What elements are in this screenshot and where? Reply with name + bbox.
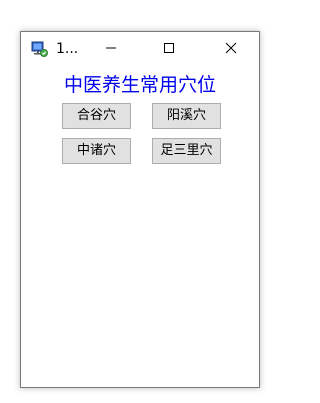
- maximize-button[interactable]: [140, 32, 198, 64]
- zusanli-point-button[interactable]: 足三里穴: [152, 138, 221, 164]
- title-bar[interactable]: 1...: [21, 32, 259, 64]
- close-button[interactable]: [202, 32, 260, 64]
- maximize-icon: [164, 43, 174, 53]
- program-icon[interactable]: [31, 40, 49, 58]
- minimize-button[interactable]: [82, 32, 140, 64]
- app-heading: 中医养生常用穴位: [63, 74, 216, 96]
- close-icon: [225, 42, 237, 54]
- window-title: 1...: [56, 41, 79, 57]
- app-window: 1... 中医养生常用穴位 合谷穴 阳溪穴 中诸穴 足三里穴: [20, 31, 260, 388]
- minimize-icon: [106, 47, 116, 49]
- zhongzhu-point-button[interactable]: 中诸穴: [62, 138, 131, 164]
- hegu-point-button[interactable]: 合谷穴: [62, 103, 131, 129]
- yangxi-point-button[interactable]: 阳溪穴: [152, 103, 221, 129]
